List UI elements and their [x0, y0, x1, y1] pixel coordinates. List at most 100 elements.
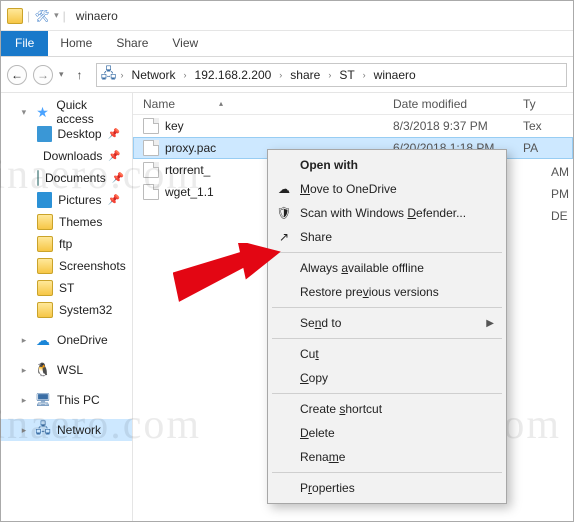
sidebar-item-pictures[interactable]: Pictures 📌	[1, 189, 132, 211]
pc-icon: 🖥	[35, 392, 51, 408]
recent-locations-chevron[interactable]: ▾	[59, 69, 64, 80]
context-menu-item[interactable]: Send to▶	[270, 311, 504, 335]
chevron-down-icon[interactable]: ▾	[19, 107, 29, 118]
sidebar-item-wsl[interactable]: ▸ 🐧 WSL	[1, 359, 132, 381]
sidebar-item-screenshots[interactable]: Screenshots	[1, 255, 132, 277]
context-menu-label: Rename	[300, 450, 345, 464]
context-menu-item[interactable]: Delete	[270, 421, 504, 445]
up-button[interactable]: ↑	[70, 65, 90, 85]
sidebar-item-documents[interactable]: Documents📌	[1, 167, 132, 189]
file-name: proxy.pac	[165, 141, 216, 155]
folder-icon	[37, 302, 53, 318]
sidebar-item-label: Pictures	[58, 193, 101, 207]
sort-indicator-icon: ▴	[219, 99, 223, 108]
sidebar-item-this-pc[interactable]: ▸ 🖥 This PC	[1, 389, 132, 411]
sidebar-item-onedrive[interactable]: ▸☁OneDrive	[1, 329, 132, 351]
forward-button[interactable]: →	[33, 65, 53, 85]
context-menu-item[interactable]: Rename	[270, 445, 504, 469]
context-menu-item[interactable]: Create shortcut	[270, 397, 504, 421]
nav-quick-access[interactable]: ▾ ★ Quick access	[1, 101, 132, 123]
crumb-network[interactable]: Network	[128, 66, 180, 84]
file-icon	[143, 162, 159, 178]
sidebar-item-label: This PC	[57, 393, 100, 407]
folder-icon	[37, 280, 53, 296]
sidebar-item-themes[interactable]: Themes	[1, 211, 132, 233]
sidebar-item-downloads[interactable]: Downloads📌	[1, 145, 132, 167]
chevron-right-icon[interactable]: ▸	[19, 395, 29, 406]
file-type: PA	[523, 141, 573, 155]
sidebar-item-label: Downloads	[43, 149, 102, 163]
col-date[interactable]: Date modified	[393, 97, 523, 111]
context-menu-item[interactable]: ↗ Share	[270, 225, 504, 249]
context-menu-item[interactable]: 🛡Scan with Windows Defender...	[270, 201, 504, 225]
context-menu-separator	[272, 338, 502, 339]
context-menu-item[interactable]: Restore previous versions	[270, 280, 504, 304]
sidebar-item-st[interactable]: ST	[1, 277, 132, 299]
sidebar-item-label: WSL	[57, 363, 83, 377]
crumb-winaero[interactable]: winaero	[370, 66, 420, 84]
tab-view[interactable]: View	[160, 31, 210, 56]
navigation-pane[interactable]: ▾ ★ Quick access Desktop📌Downloads📌Docum…	[1, 93, 133, 521]
context-menu-label: Copy	[300, 371, 328, 385]
context-menu-label: Share	[300, 230, 332, 244]
sidebar-item-label: Screenshots	[59, 259, 126, 273]
sidebar-item-label: System32	[59, 303, 112, 317]
sidebar-item-label: Network	[57, 423, 101, 437]
qat-chevron-icon[interactable]: ▾	[54, 10, 59, 21]
qat-separator2: |	[63, 9, 66, 23]
context-menu-item[interactable]: Copy	[270, 366, 504, 390]
chevron-right-icon[interactable]: ▸	[19, 335, 29, 346]
chevron-right-icon: ›	[277, 70, 284, 80]
context-menu-label: Create shortcut	[300, 402, 382, 416]
chevron-right-icon[interactable]: ▸	[19, 365, 29, 376]
file-type: Tex	[523, 119, 573, 133]
context-menu-item[interactable]: Always available offline	[270, 256, 504, 280]
sidebar-item-label: Desktop	[58, 127, 102, 141]
network-icon: 🖧	[101, 67, 117, 83]
cloud-icon: ☁	[276, 181, 292, 197]
documents-icon	[37, 170, 39, 186]
sidebar-item-network[interactable]: ▸ 🖧 Network	[1, 419, 132, 441]
column-headers[interactable]: Name ▴ Date modified Ty	[133, 93, 573, 115]
sidebar-item-desktop[interactable]: Desktop 📌	[1, 123, 132, 145]
chevron-right-icon: ›	[182, 70, 189, 80]
address-bar: ← → ▾ ↑ 🖧 › Network › 192.168.2.200 › sh…	[1, 57, 573, 93]
sidebar-item-ftp[interactable]: ftp	[1, 233, 132, 255]
tab-home[interactable]: Home	[48, 31, 104, 56]
share-icon: ↗	[276, 229, 292, 245]
crumb-host[interactable]: 192.168.2.200	[191, 66, 276, 84]
title-bar: | 🛠 ▾ | winaero	[1, 1, 573, 31]
sidebar-item-system32[interactable]: System32	[1, 299, 132, 321]
pin-icon: 📌	[112, 173, 124, 184]
col-name[interactable]: Name	[143, 97, 175, 111]
file-row[interactable]: key8/3/2018 9:37 PMTex	[133, 115, 573, 137]
chevron-right-icon[interactable]: ▸	[19, 425, 29, 436]
crumb-share[interactable]: share	[286, 66, 324, 84]
tab-share[interactable]: Share	[104, 31, 160, 56]
pin-icon: 📌	[108, 195, 120, 206]
context-menu-item[interactable]: Open with	[270, 153, 504, 177]
back-button[interactable]: ←	[7, 65, 27, 85]
file-date: 8/3/2018 9:37 PM	[393, 119, 523, 133]
crumb-st[interactable]: ST	[335, 66, 358, 84]
col-type[interactable]: Ty	[523, 97, 573, 111]
app-icon	[7, 8, 23, 24]
pin-icon: 📌	[108, 129, 120, 140]
chevron-right-icon: ›	[119, 70, 126, 80]
context-menu-item[interactable]: ☁Move to OneDrive	[270, 177, 504, 201]
shield-icon: 🛡	[276, 205, 292, 221]
properties-icon[interactable]: 🛠	[34, 8, 50, 24]
context-menu-label: Open with	[300, 158, 358, 172]
context-menu-item[interactable]: Cut	[270, 342, 504, 366]
breadcrumb[interactable]: 🖧 › Network › 192.168.2.200 › share › ST…	[96, 63, 567, 87]
file-tab[interactable]: File	[1, 31, 48, 56]
nav-label: Quick access	[56, 98, 126, 126]
ribbon-tabs: File Home Share View	[1, 31, 573, 57]
file-name: wget_1.1	[165, 185, 214, 199]
context-menu-separator	[272, 393, 502, 394]
network-icon: 🖧	[35, 422, 51, 438]
file-icon	[143, 184, 159, 200]
context-menu-item[interactable]: Properties	[270, 476, 504, 500]
wsl-icon: 🐧	[35, 362, 51, 378]
window-title: winaero	[76, 9, 118, 23]
